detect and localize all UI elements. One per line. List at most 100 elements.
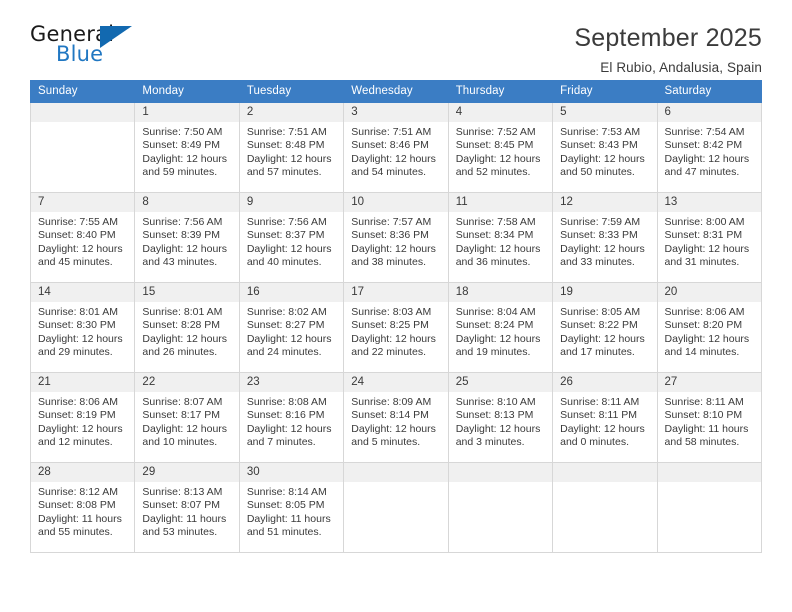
day-details: Sunrise: 7:51 AM Sunset: 8:48 PM Daylight:… (240, 122, 343, 180)
calendar-day-cell[interactable]: 19 Sunrise: 8:05 AM Sunset: 8:22 PM Dayligh… (552, 282, 658, 373)
sunset-time: Sunset: 8:13 PM (455, 409, 534, 422)
day-details: Sunrise: 8:04 AM Sunset: 8:24 PM Daylight:… (449, 302, 552, 360)
daylight-duration-line2: and 3 minutes. (455, 436, 525, 449)
calendar-day-cell[interactable]: 14 Sunrise: 8:01 AM Sunset: 8:30 PM Dayligh… (29, 282, 136, 373)
calendar-day-cell[interactable]: 10 Sunrise: 7:57 AM Sunset: 8:36 PM Dayligh… (343, 192, 449, 283)
weekday-header-wednesday: Wednesday (343, 80, 449, 103)
calendar-day-cell[interactable]: 29 Sunrise: 8:13 AM Sunset: 8:07 PM Dayligh… (134, 462, 240, 553)
daylight-duration-line1: Daylight: 12 hours (38, 332, 123, 345)
daylight-duration-line2: and 7 minutes. (246, 436, 316, 449)
sunrise-time: Sunrise: 8:10 AM (455, 396, 536, 408)
sunset-time: Sunset: 8:08 PM (38, 499, 116, 512)
page-subtitle: El Rubio, Andalusia, Spain (600, 59, 762, 75)
weekday-header-monday: Monday (134, 80, 240, 103)
day-details: Sunrise: 8:07 AM Sunset: 8:17 PM Daylight:… (135, 392, 238, 450)
sunset-time: Sunset: 8:22 PM (560, 319, 638, 332)
sunrise-time: Sunrise: 7:56 AM (246, 216, 327, 228)
calendar-day-cell[interactable]: 21 Sunrise: 8:06 AM Sunset: 8:19 PM Dayligh… (29, 372, 136, 463)
daylight-duration-line1: Daylight: 12 hours (560, 422, 645, 435)
day-details: Sunrise: 7:51 AM Sunset: 8:46 PM Daylight:… (344, 122, 447, 180)
daylight-duration-line1: Daylight: 12 hours (560, 242, 645, 255)
sunrise-time: Sunrise: 8:11 AM (664, 396, 744, 408)
calendar-day-cell[interactable]: 23 Sunrise: 8:08 AM Sunset: 8:16 PM Dayligh… (238, 372, 345, 463)
calendar-day-cell[interactable]: 11 Sunrise: 7:58 AM Sunset: 8:34 PM Dayligh… (447, 192, 554, 283)
daylight-duration-line1: Daylight: 11 hours (664, 422, 749, 435)
calendar-day-cell-empty (447, 462, 554, 553)
day-details: Sunrise: 8:12 AM Sunset: 8:08 PM Daylight:… (31, 482, 134, 540)
calendar-day-cell[interactable]: 3 Sunrise: 7:51 AM Sunset: 8:46 PM Daylight… (343, 102, 449, 193)
sunset-time: Sunset: 8:49 PM (142, 139, 221, 152)
calendar-day-cell[interactable]: 28 Sunrise: 8:12 AM Sunset: 8:08 PM Dayligh… (29, 462, 136, 553)
calendar-week-row: 14 Sunrise: 8:01 AM Sunset: 8:30 PM Dayligh… (29, 282, 763, 373)
calendar-day-cell[interactable]: 4 Sunrise: 7:52 AM Sunset: 8:45 PM Daylight… (447, 102, 554, 193)
day-number: 17 (344, 283, 448, 302)
daylight-duration-line1: Daylight: 12 hours (560, 152, 645, 165)
calendar-day-cell[interactable]: 25 Sunrise: 8:10 AM Sunset: 8:13 PM Dayligh… (447, 372, 554, 463)
sunrise-time: Sunrise: 7:58 AM (455, 216, 536, 228)
sunrise-time: Sunrise: 8:08 AM (246, 396, 327, 408)
daylight-duration-line1: Daylight: 12 hours (142, 242, 228, 255)
calendar-day-cell[interactable]: 17 Sunrise: 8:03 AM Sunset: 8:25 PM Dayligh… (343, 282, 449, 373)
day-details: Sunrise: 8:05 AM Sunset: 8:22 PM Daylight:… (553, 302, 656, 360)
day-number: 9 (239, 193, 344, 212)
sunset-time: Sunset: 8:19 PM (38, 409, 116, 422)
daylight-duration-line2: and 36 minutes. (455, 256, 531, 269)
calendar-day-cell[interactable]: 2 Sunrise: 7:51 AM Sunset: 8:48 PM Daylight… (238, 102, 345, 193)
daylight-duration-line1: Daylight: 12 hours (455, 152, 541, 165)
daylight-duration-line1: Daylight: 12 hours (38, 242, 123, 255)
calendar-day-cell[interactable]: 20 Sunrise: 8:06 AM Sunset: 8:20 PM Dayligh… (656, 282, 763, 373)
daylight-duration-line2: and 33 minutes. (560, 256, 635, 269)
sunrise-time: Sunrise: 7:55 AM (38, 216, 118, 228)
calendar-day-cell[interactable]: 27 Sunrise: 8:11 AM Sunset: 8:10 PM Dayligh… (656, 372, 763, 463)
sunset-time: Sunset: 8:24 PM (455, 319, 534, 332)
daylight-duration-line2: and 45 minutes. (38, 256, 113, 269)
day-details: Sunrise: 8:10 AM Sunset: 8:13 PM Daylight:… (449, 392, 552, 450)
calendar-week-row: 28 Sunrise: 8:12 AM Sunset: 8:08 PM Dayligh… (29, 462, 763, 553)
calendar-day-cell[interactable]: 12 Sunrise: 7:59 AM Sunset: 8:33 PM Dayligh… (552, 192, 658, 283)
daylight-duration-line1: Daylight: 12 hours (351, 242, 436, 255)
calendar-day-cell[interactable]: 24 Sunrise: 8:09 AM Sunset: 8:14 PM Dayligh… (343, 372, 449, 463)
calendar-day-cell[interactable]: 8 Sunrise: 7:56 AM Sunset: 8:39 PM Daylight… (134, 192, 240, 283)
calendar-day-cell[interactable]: 13 Sunrise: 8:00 AM Sunset: 8:31 PM Dayligh… (656, 192, 763, 283)
daylight-duration-line2: and 19 minutes. (455, 346, 531, 359)
calendar-day-cell[interactable]: 30 Sunrise: 8:14 AM Sunset: 8:05 PM Dayligh… (238, 462, 345, 553)
weekday-header-row: Sunday Monday Tuesday Wednesday Thursday… (29, 80, 763, 103)
daylight-duration-line1: Daylight: 12 hours (455, 332, 541, 345)
day-number: 10 (344, 193, 448, 212)
sunrise-time: Sunrise: 8:11 AM (560, 396, 640, 408)
calendar-day-cell[interactable]: 15 Sunrise: 8:01 AM Sunset: 8:28 PM Dayligh… (134, 282, 240, 373)
daylight-duration-line2: and 29 minutes. (38, 346, 113, 359)
sunrise-time: Sunrise: 7:54 AM (664, 126, 745, 138)
day-number: 22 (135, 373, 239, 392)
day-number: 12 (553, 193, 657, 212)
calendar-day-cell[interactable]: 16 Sunrise: 8:02 AM Sunset: 8:27 PM Dayligh… (238, 282, 345, 373)
calendar-day-cell[interactable]: 22 Sunrise: 8:07 AM Sunset: 8:17 PM Dayligh… (134, 372, 240, 463)
sunset-time: Sunset: 8:42 PM (664, 139, 743, 152)
sunset-time: Sunset: 8:36 PM (351, 229, 429, 242)
sunrise-time: Sunrise: 8:04 AM (455, 306, 536, 318)
calendar-day-cell[interactable]: 7 Sunrise: 7:55 AM Sunset: 8:40 PM Daylight… (29, 192, 136, 283)
daylight-duration-line1: Daylight: 12 hours (664, 242, 750, 255)
day-details: Sunrise: 8:01 AM Sunset: 8:30 PM Daylight:… (31, 302, 134, 360)
day-number (657, 463, 761, 482)
sunrise-time: Sunrise: 8:12 AM (38, 486, 118, 498)
calendar-day-cell[interactable]: 1 Sunrise: 7:50 AM Sunset: 8:49 PM Daylight… (134, 102, 240, 193)
daylight-duration-line1: Daylight: 11 hours (246, 512, 331, 525)
day-number (448, 463, 553, 482)
calendar-day-cell[interactable]: 18 Sunrise: 8:04 AM Sunset: 8:24 PM Dayligh… (447, 282, 554, 373)
daylight-duration-line2: and 47 minutes. (664, 166, 740, 179)
generalblue-logo[interactable]: General Blue (30, 22, 150, 72)
sunrise-time: Sunrise: 8:03 AM (351, 306, 432, 318)
day-details: Sunrise: 7:56 AM Sunset: 8:37 PM Daylight:… (240, 212, 343, 270)
sunrise-time: Sunrise: 8:05 AM (560, 306, 641, 318)
daylight-duration-line1: Daylight: 12 hours (455, 242, 541, 255)
page-header: General Blue September 2025 El Rubio, An… (30, 0, 762, 75)
sunset-time: Sunset: 8:48 PM (246, 139, 325, 152)
calendar-day-cell[interactable]: 6 Sunrise: 7:54 AM Sunset: 8:42 PM Daylight… (656, 102, 763, 193)
calendar-day-cell[interactable]: 26 Sunrise: 8:11 AM Sunset: 8:11 PM Dayligh… (552, 372, 658, 463)
calendar-day-cell[interactable]: 9 Sunrise: 7:56 AM Sunset: 8:37 PM Daylight… (238, 192, 345, 283)
calendar-day-cell-empty (29, 102, 136, 193)
day-details: Sunrise: 7:59 AM Sunset: 8:33 PM Daylight:… (553, 212, 656, 270)
calendar-day-cell[interactable]: 5 Sunrise: 7:53 AM Sunset: 8:43 PM Daylight… (552, 102, 658, 193)
daylight-duration-line1: Daylight: 12 hours (246, 422, 332, 435)
